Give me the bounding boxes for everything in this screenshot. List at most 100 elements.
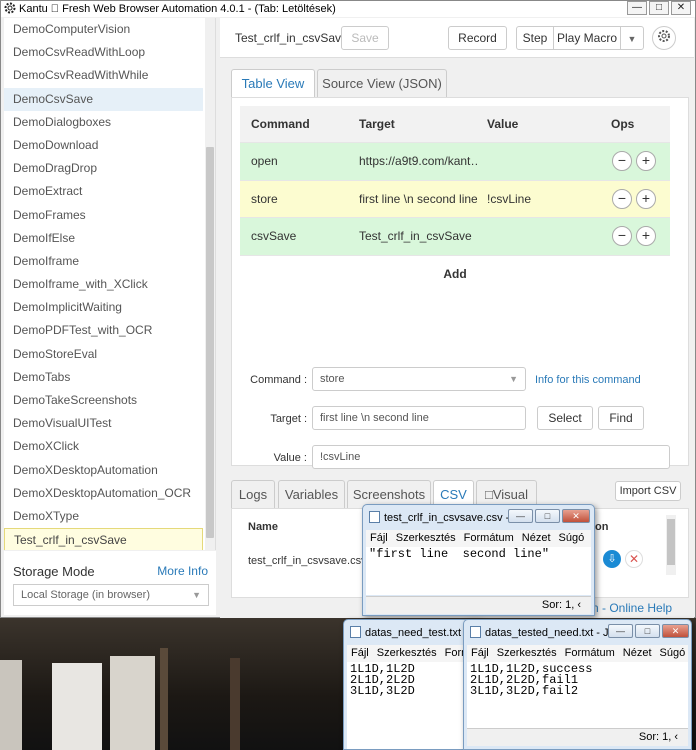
scrollbar-thumb[interactable] bbox=[206, 147, 214, 538]
notepad-tested-title: datas_tested_need.txt - Je... bbox=[485, 627, 624, 639]
step-button[interactable]: Step bbox=[516, 26, 554, 50]
insert-row-button[interactable]: + bbox=[636, 151, 656, 171]
chevron-down-icon: ▼ bbox=[509, 374, 518, 384]
info-for-command-link[interactable]: Info for this command bbox=[535, 374, 641, 386]
macro-list: DemoComputerVision DemoCsvReadWithLoop Dem… bbox=[4, 18, 216, 550]
sidebar-item[interactable]: DemoDialogboxes bbox=[4, 111, 203, 134]
sidebar-item[interactable]: DemoXType bbox=[4, 505, 203, 528]
sidebar-item[interactable]: DemoExtract bbox=[4, 180, 203, 203]
table-view-panel: Command Target Value Ops open https://a9t… bbox=[231, 97, 689, 469]
play-options-dropdown[interactable]: ▼ bbox=[620, 26, 644, 50]
sidebar-item[interactable]: DemoXDesktopAutomation bbox=[4, 459, 203, 482]
value-label: Value : bbox=[273, 452, 307, 464]
target-input[interactable]: first line \n second line bbox=[312, 406, 526, 430]
notepad-icon bbox=[350, 626, 361, 638]
close-button[interactable]: ✕ bbox=[671, 1, 691, 15]
cell-target: Test_crlf_in_csvSave bbox=[359, 229, 472, 243]
settings-button[interactable] bbox=[652, 26, 676, 50]
sidebar-item[interactable]: DemoFrames bbox=[4, 204, 203, 227]
online-help-link[interactable]: n - Online Help bbox=[592, 601, 672, 615]
sidebar-item[interactable]: DemoDragDrop bbox=[4, 157, 203, 180]
tab-table-view[interactable]: Table View bbox=[231, 69, 315, 98]
table-row[interactable]: csvSave Test_crlf_in_csvSave − + bbox=[240, 218, 670, 256]
command-label: Command : bbox=[250, 374, 307, 386]
play-macro-button[interactable]: Play Macro bbox=[553, 26, 621, 50]
tab-logs[interactable]: Logs bbox=[231, 480, 275, 508]
notepad-csv-text[interactable]: "first line second line" bbox=[366, 547, 591, 595]
sidebar-item[interactable]: DemoXDesktopAutomation_OCR bbox=[4, 482, 203, 505]
insert-row-button[interactable]: + bbox=[636, 226, 656, 246]
table-row[interactable]: store first line \n second line !csvLine − + bbox=[240, 180, 670, 218]
delete-icon[interactable]: ✕ bbox=[625, 550, 643, 568]
notepad-csv-status: Sor: 1, ‹ bbox=[366, 596, 591, 614]
macro-name: Test_crlf_in_csvSave bbox=[235, 31, 348, 45]
sidebar-item[interactable]: DemoIfElse bbox=[4, 227, 203, 250]
sidebar-item[interactable]: DemoIframe bbox=[4, 250, 203, 273]
sidebar-item[interactable]: DemoImplicitWaiting bbox=[4, 296, 203, 319]
menu-edit[interactable]: Szerkesztés bbox=[497, 647, 557, 659]
remove-row-button[interactable]: − bbox=[612, 188, 632, 209]
close-button[interactable]: ✕ bbox=[662, 624, 689, 638]
cell-target: https://a9t9.com/kant… bbox=[359, 154, 477, 168]
notepad-menu: Fájl Szerkesztés Form bbox=[347, 645, 479, 662]
sidebar-item[interactable]: DemoTabs bbox=[4, 366, 203, 389]
menu-edit[interactable]: Szerkesztés bbox=[377, 647, 437, 659]
table-row[interactable]: open https://a9t9.com/kant… − + bbox=[240, 143, 670, 181]
remove-row-button[interactable]: − bbox=[612, 151, 632, 171]
maximize-button[interactable]: □ bbox=[535, 509, 560, 523]
command-select[interactable]: store ▼ bbox=[312, 367, 526, 391]
menu-help[interactable]: Súgó bbox=[559, 532, 585, 544]
sidebar-item[interactable]: DemoCsvReadWithLoop bbox=[4, 41, 203, 64]
menu-format[interactable]: Formátum bbox=[565, 647, 615, 659]
remove-row-button[interactable]: − bbox=[612, 226, 632, 246]
cell-command: csvSave bbox=[251, 229, 297, 243]
value-input[interactable]: !csvLine bbox=[312, 445, 670, 469]
sidebar-item[interactable]: DemoVisualUITest bbox=[4, 412, 203, 435]
sidebar-item[interactable]: DemoDownload bbox=[4, 134, 203, 157]
csv-file-name[interactable]: test_crlf_in_csvsave.csv bbox=[248, 555, 367, 567]
menu-file[interactable]: Fájl bbox=[370, 532, 388, 544]
save-button[interactable]: Save bbox=[341, 26, 389, 50]
import-csv-button[interactable]: Import CSV bbox=[615, 481, 681, 501]
minimize-button[interactable]: — bbox=[627, 1, 647, 15]
menu-help[interactable]: Súgó bbox=[660, 647, 686, 659]
menu-file[interactable]: Fájl bbox=[351, 647, 369, 659]
csv-scrollbar[interactable] bbox=[666, 515, 676, 575]
download-icon[interactable]: ⇩ bbox=[603, 550, 621, 568]
menu-view[interactable]: Nézet bbox=[522, 532, 551, 544]
find-button[interactable]: Find bbox=[598, 406, 644, 430]
minimize-button[interactable]: — bbox=[508, 509, 533, 523]
sidebar-item[interactable]: DemoXClick bbox=[4, 435, 203, 458]
menu-format[interactable]: Formátum bbox=[464, 532, 514, 544]
minimize-button[interactable]: — bbox=[608, 624, 633, 638]
gear-icon bbox=[4, 2, 16, 14]
notepad-tested-status: Sor: 1, ‹ bbox=[467, 728, 688, 746]
sidebar-item[interactable]: DemoTakeScreenshots bbox=[4, 389, 203, 412]
sidebar-item[interactable]: Test_crlf_in_csvSave bbox=[4, 528, 203, 550]
tab-variables[interactable]: Variables bbox=[278, 480, 345, 508]
sidebar-item[interactable]: DemoComputerVision bbox=[4, 18, 203, 41]
sidebar-item[interactable]: DemoPDFTest_with_OCR bbox=[4, 319, 203, 342]
record-button[interactable]: Record bbox=[448, 26, 507, 50]
notepad-csv-window: test_crlf_in_csvsave.csv - ... — □ ✕ Fáj… bbox=[362, 504, 595, 616]
insert-row-button[interactable]: + bbox=[636, 188, 656, 209]
notepad-tested-text[interactable]: 1L1D,1L2D,success 2L1D,2L2D,fail1 3L1D,3… bbox=[467, 662, 688, 728]
sidebar-scrollbar[interactable] bbox=[205, 18, 215, 550]
sidebar-item[interactable]: DemoCsvReadWithWhile bbox=[4, 64, 203, 87]
menu-view[interactable]: Nézet bbox=[623, 647, 652, 659]
header-command: Command bbox=[251, 117, 310, 131]
menu-edit[interactable]: Szerkesztés bbox=[396, 532, 456, 544]
close-button[interactable]: ✕ bbox=[562, 509, 590, 523]
maximize-button[interactable]: □ bbox=[649, 1, 669, 15]
maximize-button[interactable]: □ bbox=[635, 624, 660, 638]
more-info-link[interactable]: More Info bbox=[157, 564, 208, 578]
add-command-button[interactable]: Add bbox=[240, 255, 670, 293]
sidebar-item[interactable]: DemoIframe_with_XClick bbox=[4, 273, 203, 296]
storage-mode-select[interactable]: Local Storage (in browser) ▼ bbox=[13, 584, 209, 606]
select-button[interactable]: Select bbox=[537, 406, 593, 430]
tab-source-view[interactable]: Source View (JSON) bbox=[317, 69, 447, 97]
sidebar-item[interactable]: DemoCsvSave bbox=[4, 87, 203, 111]
sidebar-item[interactable]: DemoStoreEval bbox=[4, 343, 203, 366]
notepad-need-text[interactable]: 1L1D,1L2D 2L1D,2L2D 3L1D,3L2D bbox=[347, 662, 479, 749]
menu-file[interactable]: Fájl bbox=[471, 647, 489, 659]
